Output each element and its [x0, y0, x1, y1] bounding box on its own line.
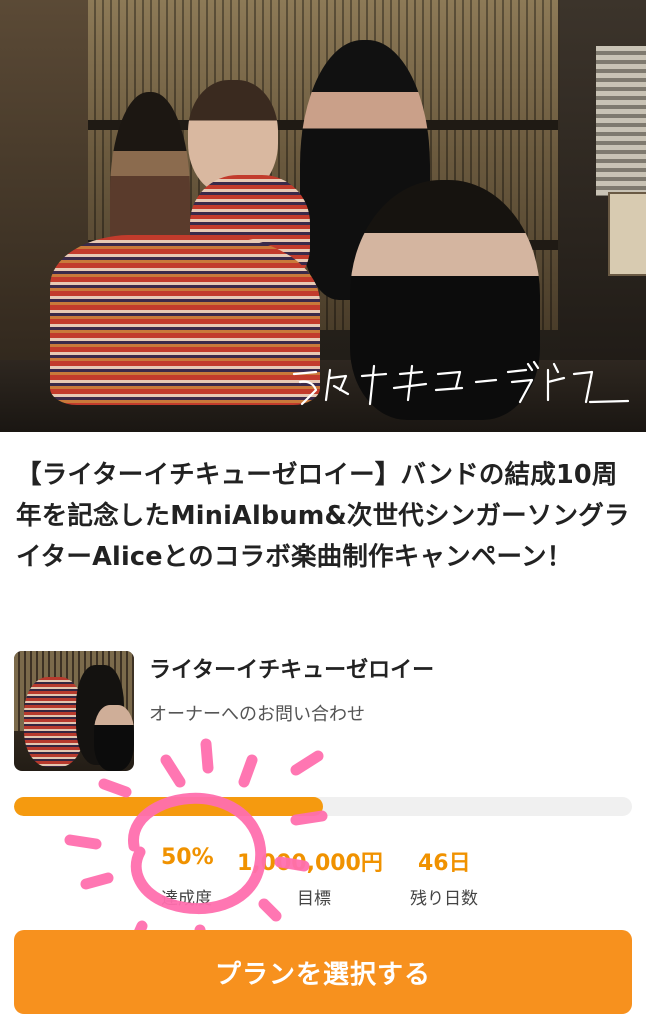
- goal-amount-label: 目標: [297, 889, 331, 909]
- select-plan-button[interactable]: プランを選択する: [14, 930, 632, 1014]
- owner-contact-link[interactable]: オーナーへのお問い合わせ: [149, 700, 365, 726]
- hero-band-member: [10, 75, 320, 405]
- achievement-value: 50%: [161, 845, 214, 870]
- hero-image: [0, 0, 646, 432]
- owner-avatar-figure: [94, 705, 134, 771]
- goal-amount-value: 1,000,000円: [237, 851, 383, 876]
- owner-avatar-figure: [24, 677, 84, 767]
- funding-progress-fill: [14, 797, 323, 816]
- hero-member-dress: [50, 235, 320, 405]
- owner-avatar[interactable]: [14, 651, 134, 771]
- project-title: 【ライターイチキューゼロイー】バンドの結成10周年を記念したMiniAlbum&…: [16, 460, 630, 572]
- funding-progress-bar: [14, 797, 632, 816]
- band-logo: [292, 360, 630, 406]
- owner-name-link[interactable]: ライターイチキューゼロイー: [149, 652, 434, 684]
- days-left-label: 残り日数: [410, 889, 478, 909]
- days-left-value: 46日: [418, 851, 471, 876]
- hero-poster: [608, 192, 646, 276]
- achievement-label: 達成度: [161, 889, 212, 909]
- hero-window: [596, 46, 646, 196]
